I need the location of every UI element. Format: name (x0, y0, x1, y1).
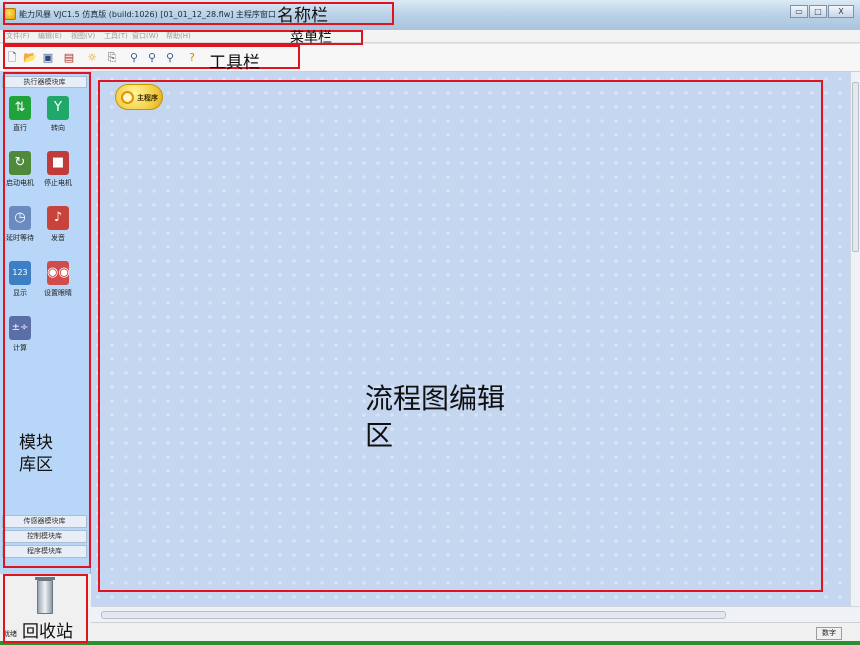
window-controls: ▭ □ X (790, 5, 854, 18)
annotation-box-flowchart (98, 80, 823, 592)
annotation-recycle-bin: 回收站 (22, 622, 73, 642)
horizontal-scrollbar[interactable] (91, 606, 860, 622)
taskbar-strip (0, 641, 860, 645)
vertical-scroll-thumb[interactable] (852, 82, 859, 252)
annotation-title-bar: 名称栏 (277, 6, 328, 26)
num-lock-indicator: 数字 (816, 627, 842, 640)
close-button[interactable]: X (828, 5, 854, 18)
annotation-flowchart-2: 区 (365, 419, 394, 452)
annotation-module-library-2: 库区 (19, 455, 53, 475)
annotation-menu-bar: 菜单栏 (290, 30, 332, 46)
annotation-toolbar: 工具栏 (209, 53, 260, 73)
annotation-box-module-library (3, 72, 91, 568)
annotation-flowchart-1: 流程图编辑 (365, 382, 506, 415)
horizontal-scroll-thumb[interactable] (101, 611, 726, 619)
annotation-box-title (3, 2, 394, 25)
maximize-button[interactable]: □ (809, 5, 827, 18)
vertical-scrollbar[interactable] (850, 72, 860, 606)
minimize-button[interactable]: ▭ (790, 5, 808, 18)
